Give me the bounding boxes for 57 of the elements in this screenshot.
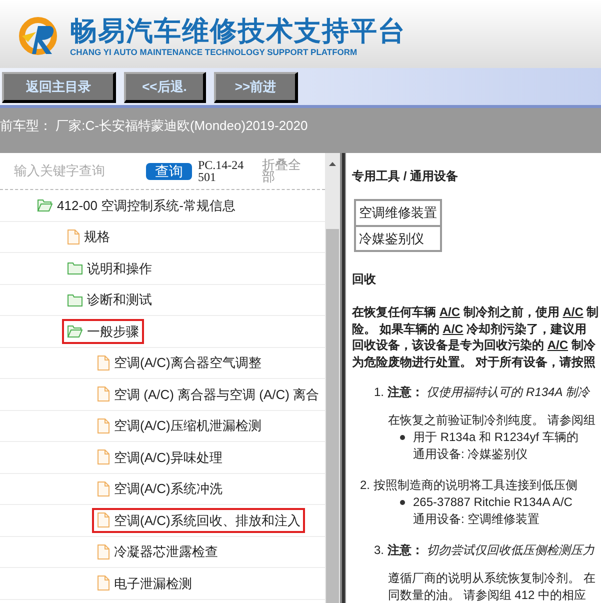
open-folder-icon (37, 198, 53, 212)
step-heading: 3. 注意： 切勿尝试仅回收低压侧检测压力 (374, 542, 596, 559)
nav-button[interactable]: <<后退. (124, 72, 206, 103)
tool-cell: 空调维修装置 (355, 200, 441, 226)
folder-icon (67, 292, 83, 307)
document-icon (97, 544, 110, 560)
equipment-text: 通用设备: 空调维修装置 (412, 511, 541, 528)
paragraph-line: 险。 如果车辆的 A/C 冷却剂污染了，建议用 (352, 320, 588, 337)
tree-item[interactable]: 说明和操作 (62, 256, 157, 281)
document-icon (67, 228, 80, 245)
step-heading: 2. 按照制造商的说明将工具连接到低压侧 (360, 477, 578, 494)
nav-button[interactable]: 返回主目录 (2, 72, 116, 103)
tree-item[interactable]: 412-00 空调控制系统-常规信息 (32, 192, 240, 218)
tree-item[interactable]: 空调(A/C)异味处理 (92, 444, 228, 470)
paragraph-line: 在恢复任何车辆 A/C 制冷剂之前，使用 A/C 制 (352, 304, 600, 320)
bullet-text: 用于 R134a 和 R1234yf 车辆的 (413, 429, 578, 446)
tree-item[interactable]: 空调(A/C)离合器空气调整 (92, 350, 266, 376)
tree-item[interactable]: 电子泄漏检测 (92, 570, 197, 596)
tree-item[interactable]: 空调(A/C)压缩机泄漏检测 (92, 413, 266, 438)
nav-button[interactable]: >>前进 (214, 72, 298, 103)
scrollbar[interactable] (325, 153, 340, 603)
document-icon (97, 480, 110, 497)
tree-item[interactable]: 一般步骤 (62, 318, 144, 344)
tool-cell: 冷媒鉴别仪 (355, 226, 441, 251)
tree-item[interactable]: 空调 (A/C) 离合器与空调 (A/C) 离合 (92, 382, 324, 407)
code-label: PC.14-24501 (198, 159, 245, 183)
step-text: 遵循厂商的说明从系统恢复制冷剂。 在 (388, 570, 596, 587)
tree-item[interactable]: 诊断和测试 (62, 287, 157, 312)
section-heading: 回收 (352, 271, 377, 288)
site-title: 畅易汽车维修技术支持平台 (70, 16, 406, 46)
document-icon (97, 575, 110, 592)
bullet-icon (400, 435, 405, 440)
tree-item[interactable]: 空调(A/C)系统冲洗 (92, 476, 228, 502)
search-field[interactable]: 输入关键字查询 (12, 160, 140, 182)
tree-item[interactable]: 空调(A/C)系统回收、排放和注入 (92, 508, 306, 533)
document-icon (97, 449, 110, 466)
paragraph-line: 为危险废物进行处置。 对于所有设备，请按照 (352, 354, 596, 370)
scrollbar-thumb[interactable] (326, 229, 339, 603)
step-text: 在恢复之前验证制冷剂纯度。 请参阅组 (388, 412, 596, 429)
folder-icon (67, 261, 83, 276)
search-button[interactable]: 查询 (146, 162, 192, 180)
paragraph-line: 回收设备，该设备是专为回收污染的 A/C 制冷 (352, 337, 596, 354)
step-heading: 1. 注意： 仅使用福特认可的 R134A 制冷 (374, 384, 591, 401)
document-icon (97, 512, 110, 528)
document-icon (97, 354, 110, 371)
step-text: 同数量的油。 请参阅组 412 中的相应 (388, 587, 588, 603)
open-folder-icon (67, 324, 83, 338)
tree-item[interactable]: 冷凝器芯泄露检查 (92, 539, 223, 564)
car-model-label: 前车型： 厂家:C-长安福特蒙迪欧(Mondeo)2019-2020 (0, 108, 601, 153)
document-icon (97, 418, 110, 434)
bullet-icon (400, 500, 405, 505)
equipment-text: 通用设备: 冷媒鉴别仪 (412, 446, 529, 463)
tools-heading: 专用工具 / 通用设备 (352, 168, 460, 185)
site-subtitle: CHANG YI AUTO MAINTENANCE TECHNOLOGY SUPPORT PLATFORM (70, 46, 358, 60)
bullet-text: 265-37887 Ritchie R134A A/C (413, 494, 572, 511)
document-icon (97, 386, 110, 402)
tree-item[interactable]: 规格 (62, 224, 115, 250)
